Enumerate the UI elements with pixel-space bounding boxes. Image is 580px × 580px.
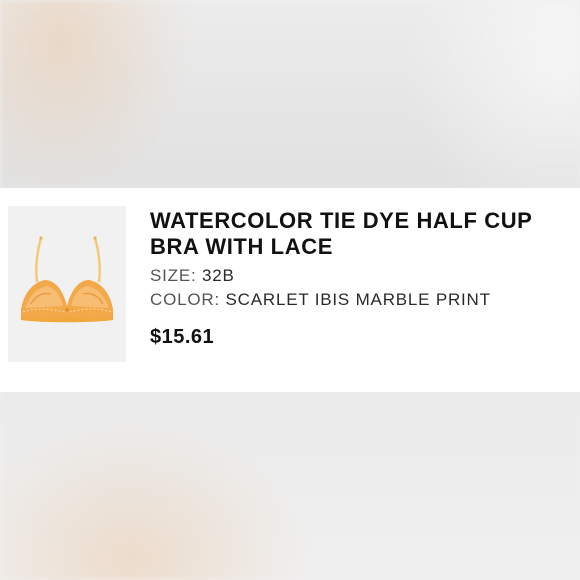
product-color: COLOR: SCARLET IBIS MARBLE PRINT	[150, 288, 580, 311]
product-price: $15.61	[150, 326, 215, 348]
product-thumbnail[interactable]	[8, 206, 126, 362]
size-value: 32B	[202, 266, 235, 285]
product-info: WATERCOLOR TIE DYE HALF CUP BRA WITH LAC…	[150, 208, 580, 349]
color-label: COLOR:	[150, 290, 220, 309]
product-title[interactable]: WATERCOLOR TIE DYE HALF CUP BRA WITH LAC…	[150, 208, 580, 260]
color-value: SCARLET IBIS MARBLE PRINT	[225, 290, 491, 309]
size-label: SIZE:	[150, 266, 197, 285]
product-size: SIZE: 32B	[150, 264, 580, 287]
product-card[interactable]: WATERCOLOR TIE DYE HALF CUP BRA WITH LAC…	[0, 188, 580, 392]
bra-product-image	[21, 236, 113, 323]
